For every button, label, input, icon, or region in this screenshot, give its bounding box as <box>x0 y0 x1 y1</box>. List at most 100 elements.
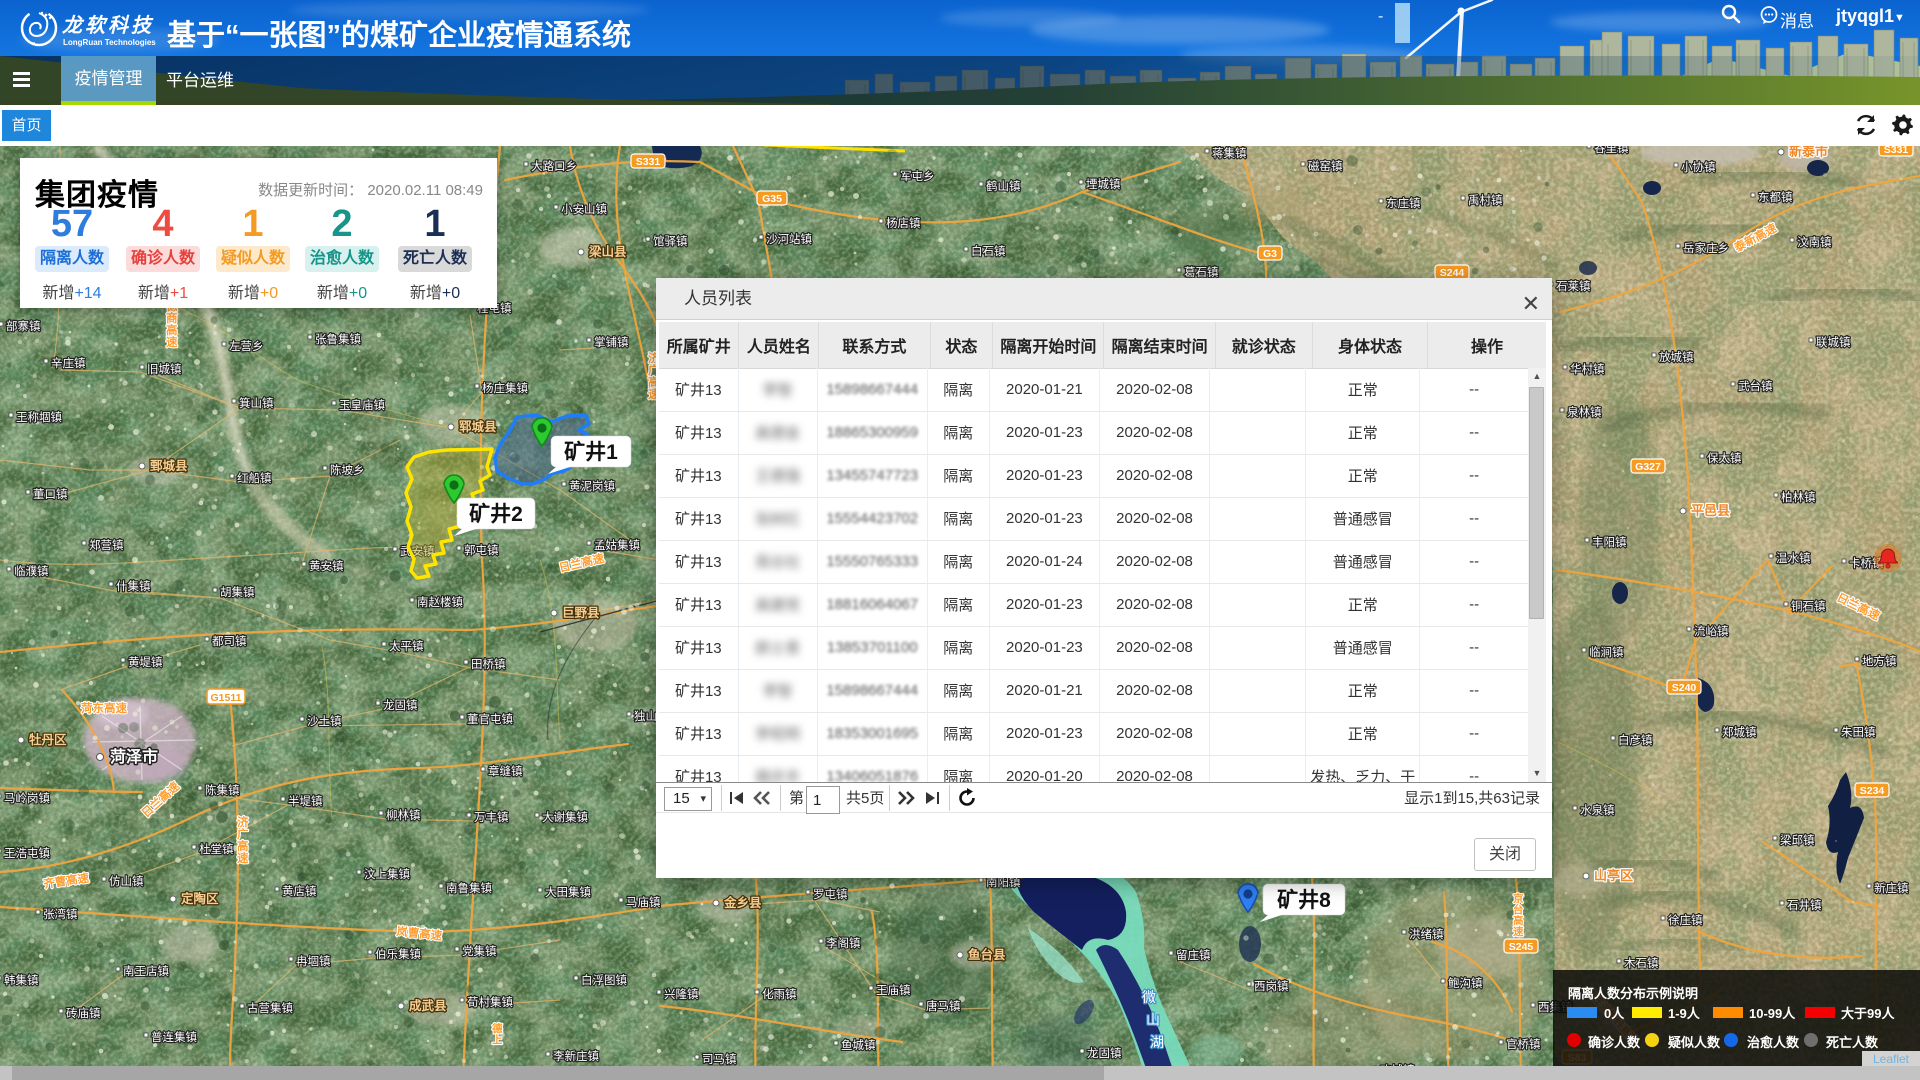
svg-text:蒋集镇: 蒋集镇 <box>1212 146 1247 160</box>
svg-text:罗屯镇: 罗屯镇 <box>813 887 848 901</box>
svg-text:什集镇: 什集镇 <box>116 579 151 593</box>
svg-text:S245: S245 <box>1509 941 1534 953</box>
svg-text:鄄城县: 鄄城县 <box>150 458 188 473</box>
svg-text:党集镇: 党集镇 <box>462 944 497 958</box>
svg-text:荀村集镇: 荀村集镇 <box>467 995 513 1009</box>
svg-text:普连集镇: 普连集镇 <box>151 1030 197 1044</box>
svg-text:箕山镇: 箕山镇 <box>239 396 274 410</box>
svg-text:磁窑镇: 磁窑镇 <box>1308 159 1343 173</box>
svg-text:鱼台县: 鱼台县 <box>968 947 1006 962</box>
svg-text:冉堌镇: 冉堌镇 <box>296 954 331 968</box>
svg-text:矿井8: 矿井8 <box>1277 888 1331 912</box>
svg-text:龙固镇: 龙固镇 <box>383 698 418 712</box>
svg-text:石井镇: 石井镇 <box>1787 898 1822 912</box>
svg-text:大田集镇: 大田集镇 <box>545 885 591 899</box>
svg-text:岳家庄乡: 岳家庄乡 <box>1683 241 1729 255</box>
svg-text:王庙镇: 王庙镇 <box>876 983 911 997</box>
svg-text:保太镇: 保太镇 <box>1707 451 1742 465</box>
svg-text:唐马镇: 唐马镇 <box>926 999 961 1013</box>
svg-text:汶南镇: 汶南镇 <box>1797 235 1832 249</box>
svg-text:菏泽市: 菏泽市 <box>110 747 158 766</box>
svg-text:梁邱镇: 梁邱镇 <box>1780 833 1815 847</box>
svg-text:李阁镇: 李阁镇 <box>826 936 861 950</box>
svg-text:郑营镇: 郑营镇 <box>89 538 124 552</box>
svg-text:沙河站镇: 沙河站镇 <box>766 232 812 246</box>
svg-text:定陶区: 定陶区 <box>180 891 219 906</box>
svg-text:郭屯镇: 郭屯镇 <box>464 543 499 557</box>
svg-text:辛庄镇: 辛庄镇 <box>51 356 86 370</box>
svg-text:G327: G327 <box>1635 461 1661 473</box>
svg-text:柳林镇: 柳林镇 <box>386 808 421 822</box>
svg-text:泉林镇: 泉林镇 <box>1567 405 1602 419</box>
svg-text:古营集镇: 古营集镇 <box>247 1001 293 1015</box>
svg-text:禹村镇: 禹村镇 <box>1468 193 1503 207</box>
svg-text:木石镇: 木石镇 <box>1624 956 1659 970</box>
svg-text:矿井1: 矿井1 <box>564 440 618 464</box>
svg-text:铜石镇: 铜石镇 <box>1791 599 1826 613</box>
svg-text:杨店镇: 杨店镇 <box>886 216 921 230</box>
svg-text:孟姑集镇: 孟姑集镇 <box>594 538 640 552</box>
svg-text:玉皇庙镇: 玉皇庙镇 <box>339 398 385 412</box>
svg-text:鲍沟镇: 鲍沟镇 <box>1448 976 1483 990</box>
svg-text:张鲁集镇: 张鲁集镇 <box>315 332 361 346</box>
svg-text:鹤山镇: 鹤山镇 <box>986 179 1021 193</box>
svg-text:G35: G35 <box>762 193 782 205</box>
svg-text:伯乐集镇: 伯乐集镇 <box>375 947 421 961</box>
svg-text:放城镇: 放城镇 <box>1659 350 1694 364</box>
svg-text:留庄镇: 留庄镇 <box>1176 948 1211 962</box>
svg-text:都司镇: 都司镇 <box>212 634 247 648</box>
svg-text:徐庄镇: 徐庄镇 <box>1668 913 1703 927</box>
svg-text:左营乡: 左营乡 <box>229 339 264 353</box>
svg-text:郑城镇: 郑城镇 <box>1722 725 1757 739</box>
svg-text:南赵楼镇: 南赵楼镇 <box>417 595 463 609</box>
svg-text:李新庄镇: 李新庄镇 <box>553 1049 599 1063</box>
svg-text:杨庄集镇: 杨庄集镇 <box>482 381 528 395</box>
svg-text:旧城镇: 旧城镇 <box>147 362 182 376</box>
svg-text:洪绪镇: 洪绪镇 <box>1409 927 1444 941</box>
svg-text:柏林镇: 柏林镇 <box>1781 490 1816 504</box>
svg-text:部寨镇: 部寨镇 <box>6 319 41 333</box>
svg-text:张湾镇: 张湾镇 <box>43 907 78 921</box>
svg-text:石莱镇: 石莱镇 <box>1556 279 1591 293</box>
svg-text:大谢集镇: 大谢集镇 <box>542 810 588 824</box>
svg-text:黄店镇: 黄店镇 <box>282 884 317 898</box>
svg-text:济广高速: 济广高速 <box>237 815 249 865</box>
svg-text:菏东高速: 菏东高速 <box>81 701 127 715</box>
svg-text:官桥镇: 官桥镇 <box>1506 1037 1541 1051</box>
svg-text:南鲁集镇: 南鲁集镇 <box>446 881 492 895</box>
svg-text:黄安镇: 黄安镇 <box>309 559 344 573</box>
svg-text:德上: 德上 <box>491 1022 503 1046</box>
svg-text:葛石镇: 葛石镇 <box>1184 265 1219 279</box>
svg-text:黄泥岗镇: 黄泥岗镇 <box>569 479 615 493</box>
svg-text:汶上集镇: 汶上集镇 <box>364 867 410 881</box>
svg-text:梁山县: 梁山县 <box>588 244 627 259</box>
svg-text:温水镇: 温水镇 <box>1776 551 1811 565</box>
svg-text:红船镇: 红船镇 <box>237 471 272 485</box>
svg-text:东庄镇: 东庄镇 <box>1386 196 1421 210</box>
svg-text:堙城镇: 堙城镇 <box>1086 177 1121 191</box>
svg-text:地方镇: 地方镇 <box>1862 654 1897 668</box>
svg-text:鱼城镇: 鱼城镇 <box>841 1038 876 1052</box>
svg-text:朱田镇: 朱田镇 <box>1841 725 1876 739</box>
svg-text:东都镇: 东都镇 <box>1758 190 1793 204</box>
svg-text:平邑县: 平邑县 <box>1691 503 1730 518</box>
svg-text:联城镇: 联城镇 <box>1816 335 1851 349</box>
svg-text:G3: G3 <box>1263 248 1277 260</box>
svg-text:太平镇: 太平镇 <box>389 639 424 653</box>
svg-text:矿井2: 矿井2 <box>469 502 523 526</box>
svg-text:小安山镇: 小安山镇 <box>561 202 607 216</box>
svg-text:沙土镇: 沙土镇 <box>307 714 342 728</box>
svg-text:S234: S234 <box>1860 785 1885 797</box>
svg-text:临涧镇: 临涧镇 <box>1589 645 1624 659</box>
svg-text:京台高速: 京台高速 <box>1513 892 1524 938</box>
svg-text:万丰镇: 万丰镇 <box>474 810 509 824</box>
svg-text:华村镇: 华村镇 <box>1570 362 1605 376</box>
svg-text:新泰市: 新泰市 <box>1789 146 1828 159</box>
svg-text:龙固镇: 龙固镇 <box>1087 1046 1122 1060</box>
svg-text:郓城县: 郓城县 <box>459 419 497 434</box>
svg-text:丰阳镇: 丰阳镇 <box>1592 535 1627 549</box>
svg-text:馆驿镇: 馆驿镇 <box>653 234 688 248</box>
svg-text:章缝镇: 章缝镇 <box>488 764 523 778</box>
svg-text:白彦镇: 白彦镇 <box>1618 733 1653 747</box>
svg-text:董口镇: 董口镇 <box>33 487 68 501</box>
